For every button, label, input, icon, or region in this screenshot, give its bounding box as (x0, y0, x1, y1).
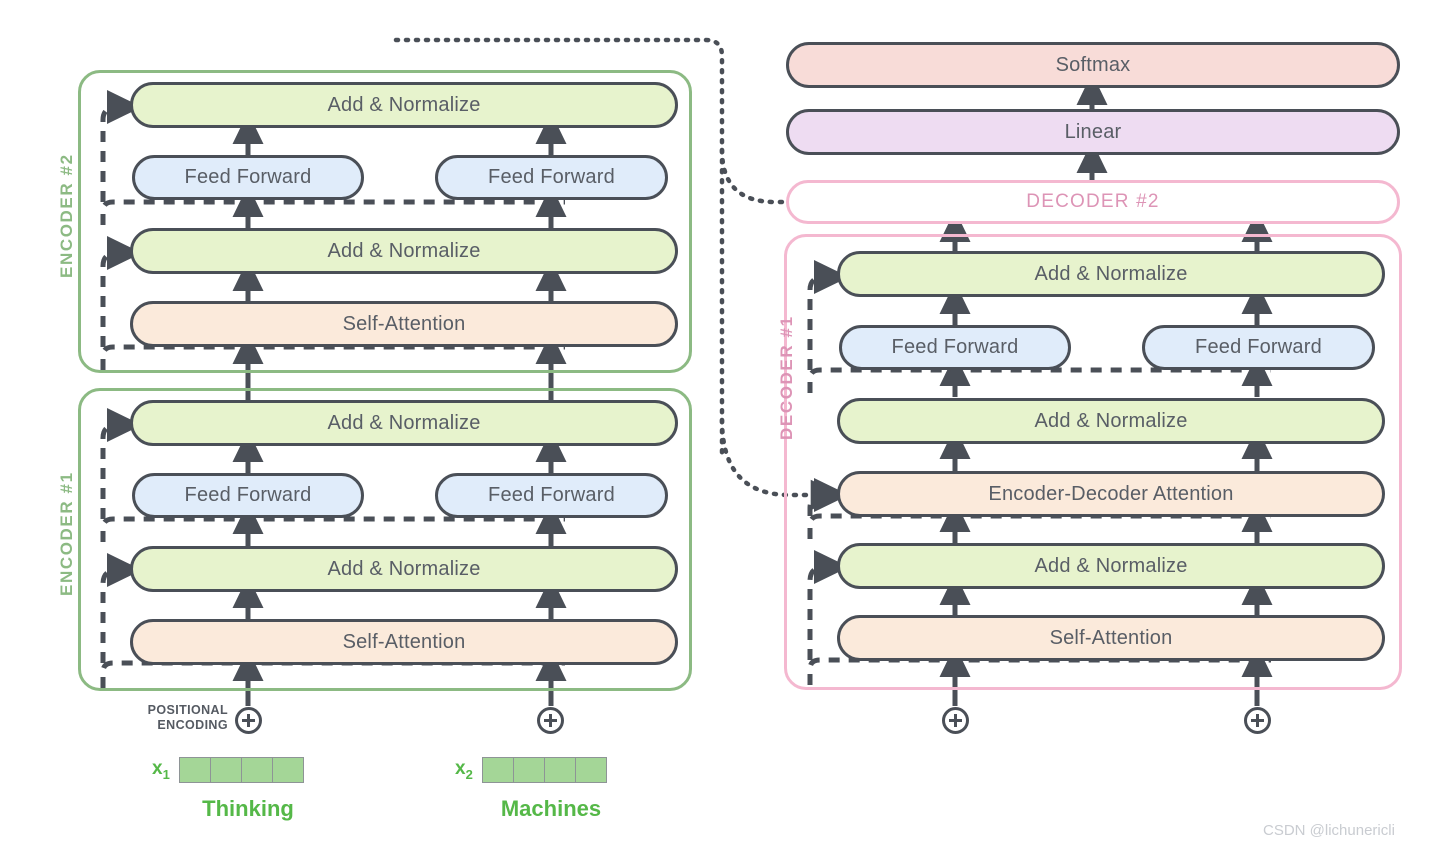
pill-label: Self-Attention (342, 312, 466, 335)
pill-label: Add & Normalize (327, 411, 481, 434)
pill-label: Feed Forward (891, 336, 1019, 358)
embedding-tag-2: x2 (455, 758, 473, 782)
positional-encoding-line-2: ENCODING (157, 718, 228, 732)
embedding-cell (240, 757, 273, 783)
decoder1-self-attention[interactable]: Self-Attention (837, 615, 1385, 661)
encoder1-feed-forward-right[interactable]: Feed Forward (435, 473, 668, 518)
encoder2-add-normalize-top[interactable]: Add & Normalize (130, 82, 678, 128)
pill-label: Add & Normalize (327, 93, 481, 116)
token-word-2: Machines (500, 796, 602, 821)
decoder1-add-normalize-middle[interactable]: Add & Normalize (837, 398, 1385, 444)
pill-label: Encoder-Decoder Attention (988, 482, 1234, 505)
decoder1-feed-forward-left[interactable]: Feed Forward (839, 325, 1071, 370)
pill-label: Add & Normalize (1034, 554, 1188, 577)
embedding-cell (481, 757, 514, 783)
embedding-cell (209, 757, 242, 783)
encoder2-add-normalize-bottom[interactable]: Add & Normalize (130, 228, 678, 274)
positional-encoding-plus-icon-2 (537, 707, 564, 734)
encoder-block-2-label: ENCODER #2 (57, 153, 76, 278)
decoder-positional-encoding-plus-icon-2 (1244, 707, 1271, 734)
transformer-diagram: ENCODER #2 Add & Normalize Feed Forward … (0, 0, 1430, 850)
embedding-cells-1 (178, 757, 304, 783)
pill-label: Feed Forward (488, 484, 615, 506)
encoder2-feed-forward-left[interactable]: Feed Forward (132, 155, 364, 200)
encoder1-feed-forward-left[interactable]: Feed Forward (132, 473, 364, 518)
pill-label: Add & Normalize (1034, 262, 1188, 285)
decoder-positional-encoding-plus-icon-1 (942, 707, 969, 734)
watermark: CSDN @lichunericli (1263, 822, 1395, 839)
embedding-cells-2 (481, 757, 607, 783)
decoder-block-2-label: DECODER #2 (1026, 191, 1160, 212)
pill-label: Self-Attention (1049, 626, 1173, 649)
embedding-cell (512, 757, 545, 783)
encoder1-add-normalize-top[interactable]: Add & Normalize (130, 400, 678, 446)
encoder1-add-normalize-bottom[interactable]: Add & Normalize (130, 546, 678, 592)
embedding-row-token-1: x1 (152, 757, 304, 783)
positional-encoding-label: POSITIONAL ENCODING (140, 703, 228, 733)
pill-label: Linear (1064, 120, 1122, 143)
decoder1-encoder-decoder-attention[interactable]: Encoder-Decoder Attention (837, 471, 1385, 517)
pill-label: Add & Normalize (327, 557, 481, 580)
encoder2-self-attention[interactable]: Self-Attention (130, 301, 678, 347)
embedding-tag-1: x1 (152, 758, 170, 782)
linear-layer[interactable]: Linear (786, 109, 1400, 155)
embedding-cell (271, 757, 304, 783)
positional-encoding-plus-icon-1 (235, 707, 262, 734)
pill-label: Add & Normalize (1034, 409, 1188, 432)
pill-label: Feed Forward (488, 166, 615, 188)
embedding-cell (574, 757, 607, 783)
token-word-1: Thinking (202, 796, 294, 821)
positional-encoding-line-1: POSITIONAL (147, 703, 228, 717)
embedding-row-token-2: x2 (455, 757, 607, 783)
decoder-block-2-strip[interactable]: DECODER #2 (786, 180, 1400, 224)
embedding-cell (543, 757, 576, 783)
decoder1-add-normalize-bottom[interactable]: Add & Normalize (837, 543, 1385, 589)
decoder1-add-normalize-top[interactable]: Add & Normalize (837, 251, 1385, 297)
encoder1-self-attention[interactable]: Self-Attention (130, 619, 678, 665)
embedding-cell (178, 757, 211, 783)
pill-label: Self-Attention (342, 630, 466, 653)
decoder-block-1-label: DECODER #1 (777, 315, 796, 440)
pill-label: Feed Forward (1195, 336, 1322, 358)
pill-label: Feed Forward (184, 484, 312, 506)
pill-label: Add & Normalize (327, 239, 481, 262)
pill-label: Feed Forward (184, 166, 312, 188)
softmax-layer[interactable]: Softmax (786, 42, 1400, 88)
encoder-block-1-label: ENCODER #1 (57, 471, 76, 596)
pill-label: Softmax (1055, 53, 1131, 76)
encoder2-feed-forward-right[interactable]: Feed Forward (435, 155, 668, 200)
decoder1-feed-forward-right[interactable]: Feed Forward (1142, 325, 1375, 370)
